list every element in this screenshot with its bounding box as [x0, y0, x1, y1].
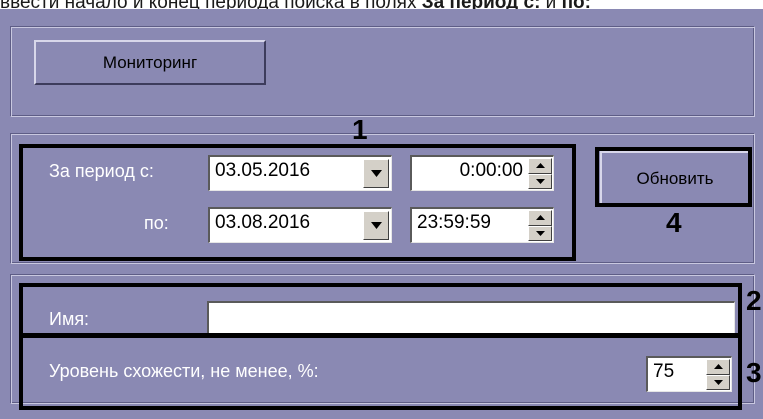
- from-time-value: 0:00:00: [459, 160, 523, 181]
- arrow-down-icon: [535, 230, 545, 236]
- arrow-down-icon: [535, 178, 545, 184]
- to-time-value: 23:59:59: [417, 212, 491, 233]
- period-from-label: За период с:: [49, 161, 154, 181]
- from-time-input[interactable]: 0:00:00: [410, 155, 554, 191]
- similarity-up-button[interactable]: [706, 359, 730, 375]
- period-to-label: по:: [144, 213, 169, 233]
- refresh-button-label: Обновить: [636, 168, 714, 188]
- similarity-label: Уровень схожести, не менее, %:: [49, 361, 319, 381]
- arrow-down-icon: [713, 379, 723, 385]
- annotation-number-1: 1: [352, 114, 368, 145]
- from-time-down-button[interactable]: [528, 173, 552, 189]
- name-label: Имя:: [49, 309, 90, 329]
- annotation-number-4: 4: [666, 207, 682, 238]
- from-date-picker[interactable]: 03.05.2016: [208, 155, 392, 191]
- from-date-dropdown-button[interactable]: [363, 159, 389, 188]
- name-input[interactable]: [207, 301, 735, 335]
- similarity-down-button[interactable]: [706, 374, 730, 390]
- settings-panel: Мониторинг За период с: по: 03.05.2016 0…: [0, 9, 763, 419]
- from-time-spinner[interactable]: [528, 158, 552, 189]
- to-date-value: 03.08.2016: [215, 212, 311, 233]
- to-date-picker[interactable]: 03.08.2016: [208, 207, 392, 243]
- filter-group: [10, 274, 755, 404]
- to-date-dropdown-button[interactable]: [363, 211, 389, 240]
- arrow-up-icon: [535, 163, 545, 169]
- monitoring-button[interactable]: Мониторинг: [34, 40, 266, 85]
- from-time-up-button[interactable]: [528, 158, 552, 174]
- to-time-input[interactable]: 23:59:59: [410, 207, 554, 243]
- similarity-spinner[interactable]: [706, 359, 730, 390]
- from-date-value: 03.05.2016: [215, 160, 311, 181]
- chevron-down-icon: [370, 222, 382, 229]
- to-time-down-button[interactable]: [528, 225, 552, 241]
- similarity-input[interactable]: 75: [646, 356, 732, 392]
- annotation-number-2: 2: [746, 285, 762, 316]
- to-time-up-button[interactable]: [528, 210, 552, 226]
- to-time-spinner[interactable]: [528, 210, 552, 241]
- monitoring-button-label: Мониторинг: [102, 52, 198, 72]
- chevron-down-icon: [370, 170, 382, 177]
- arrow-up-icon: [713, 364, 723, 370]
- arrow-up-icon: [535, 215, 545, 221]
- refresh-button[interactable]: Обновить: [600, 151, 750, 206]
- annotation-number-3: 3: [746, 357, 762, 388]
- similarity-value: 75: [653, 361, 675, 382]
